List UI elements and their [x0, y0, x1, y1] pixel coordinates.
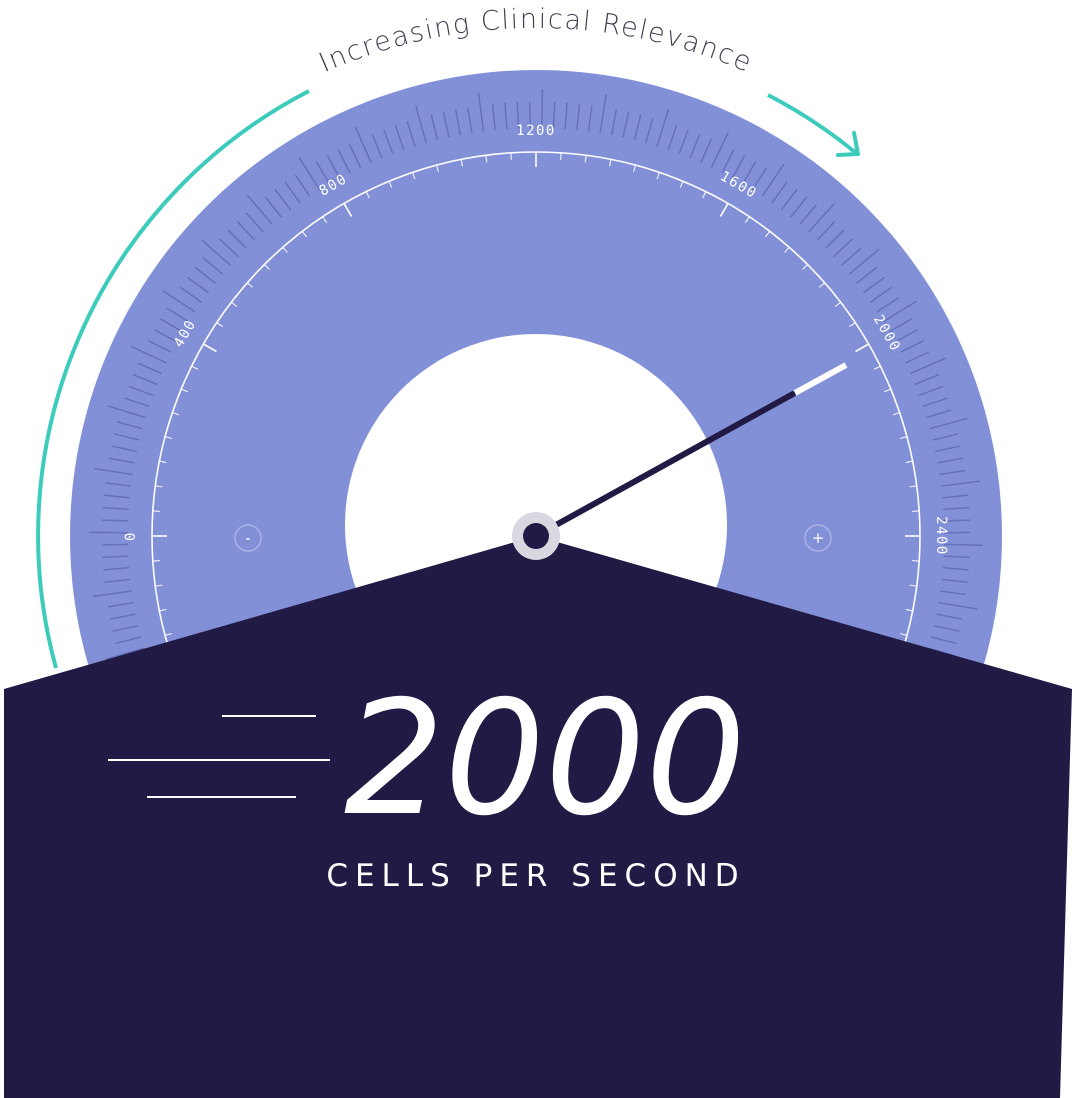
speed-gauge: Increasing Clinical Relevance 0 400 800 120…: [0, 0, 1072, 1098]
tick-label-1200: 1200: [516, 123, 556, 139]
outer-tick: [102, 519, 129, 522]
relevance-caption: Increasing Clinical Relevance: [315, 4, 758, 79]
needle-hub-center: [523, 523, 549, 549]
tick-label-2400: 2400: [933, 516, 949, 556]
unit-label: CELLS PER SECOND: [326, 858, 745, 894]
gauge-graphic: Increasing Clinical Relevance 0400800120…: [4, 4, 1072, 1098]
decrease-label: -: [245, 529, 250, 547]
speed-readout: 2000: [344, 667, 746, 851]
outer-tick: [102, 543, 129, 546]
increase-label: +: [812, 529, 825, 547]
tick-label-0: 0: [123, 531, 139, 541]
